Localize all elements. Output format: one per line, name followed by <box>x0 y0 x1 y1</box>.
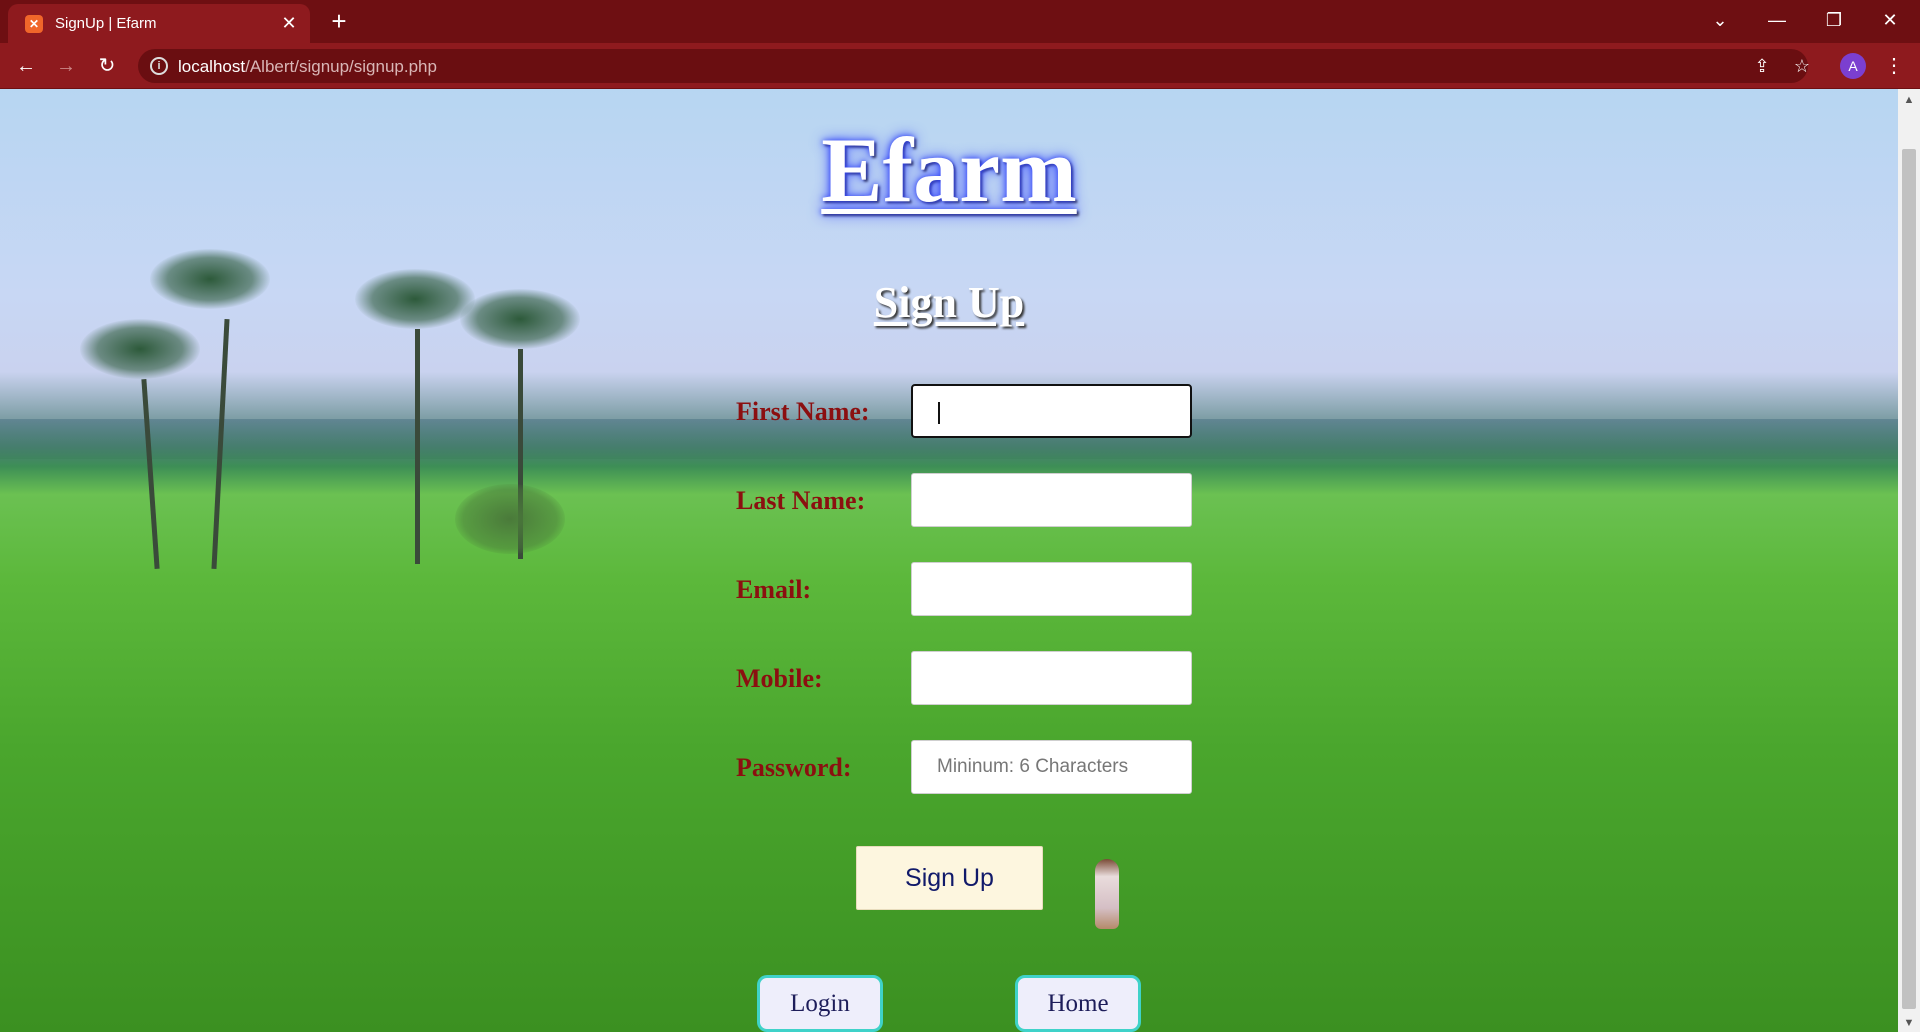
tab-signup[interactable]: ✕ SignUp | Efarm ✕ <box>8 4 310 43</box>
password-field[interactable] <box>911 740 1192 794</box>
close-window-icon[interactable]: ✕ <box>1875 6 1905 34</box>
email-label: Email: <box>736 575 812 604</box>
tab-title: SignUp | Efarm <box>55 15 157 32</box>
browser-menu-icon[interactable]: ⋮ <box>1882 52 1906 80</box>
share-icon[interactable]: ⇪ <box>1750 55 1774 77</box>
scroll-thumb[interactable] <box>1902 149 1916 1009</box>
minimize-icon[interactable]: — <box>1762 6 1792 34</box>
close-tab-icon[interactable]: ✕ <box>278 12 300 34</box>
xampp-icon: ✕ <box>25 15 43 33</box>
first-name-label: First Name: <box>736 397 870 426</box>
last-name-field[interactable] <box>911 473 1192 527</box>
bookmark-star-icon[interactable]: ☆ <box>1790 55 1814 77</box>
login-button[interactable]: Login <box>757 975 883 1032</box>
tab-search-icon[interactable]: ⌄ <box>1705 6 1735 34</box>
sign-up-button[interactable]: Sign Up <box>856 846 1043 910</box>
reload-icon[interactable]: ↻ <box>93 52 121 80</box>
browser-toolbar: ← → ↻ i localhost/Albert/signup/signup.p… <box>0 43 1920 89</box>
page-viewport: Efarm Sign Up First Name: Last Name: Ema… <box>0 89 1898 1032</box>
scroll-down-arrow-icon[interactable]: ▼ <box>1898 1014 1920 1032</box>
text-caret <box>938 402 940 424</box>
background-bush <box>455 484 565 554</box>
background-palm-crown <box>80 319 200 379</box>
background-palm <box>141 379 160 569</box>
site-brand: Efarm <box>821 119 1077 221</box>
home-button[interactable]: Home <box>1015 975 1141 1032</box>
background-farmer-figure <box>1095 859 1119 929</box>
password-label: Password: <box>736 753 852 782</box>
page-scrollbar[interactable]: ▲ ▼ <box>1898 89 1920 1032</box>
scroll-up-arrow-icon[interactable]: ▲ <box>1898 91 1920 109</box>
address-bar[interactable]: i localhost/Albert/signup/signup.php ⇪ ☆ <box>138 49 1810 83</box>
profile-avatar[interactable]: A <box>1840 53 1866 79</box>
email-field[interactable] <box>911 562 1192 616</box>
forward-icon[interactable]: → <box>52 52 80 80</box>
page-title: Sign Up <box>873 278 1025 327</box>
site-info-icon[interactable]: i <box>150 57 168 75</box>
mobile-field[interactable] <box>911 651 1192 705</box>
background-palm <box>415 329 420 564</box>
mobile-label: Mobile: <box>736 664 823 693</box>
url-text[interactable]: localhost/Albert/signup/signup.php <box>178 57 437 77</box>
last-name-label: Last Name: <box>736 486 866 515</box>
new-tab-icon[interactable]: + <box>324 6 354 36</box>
back-icon[interactable]: ← <box>12 52 40 80</box>
tab-strip: ✕ SignUp | Efarm ✕ + ⌄ — ❐ ✕ <box>0 0 1920 43</box>
first-name-field[interactable] <box>911 384 1192 438</box>
restore-icon[interactable]: ❐ <box>1819 6 1849 34</box>
